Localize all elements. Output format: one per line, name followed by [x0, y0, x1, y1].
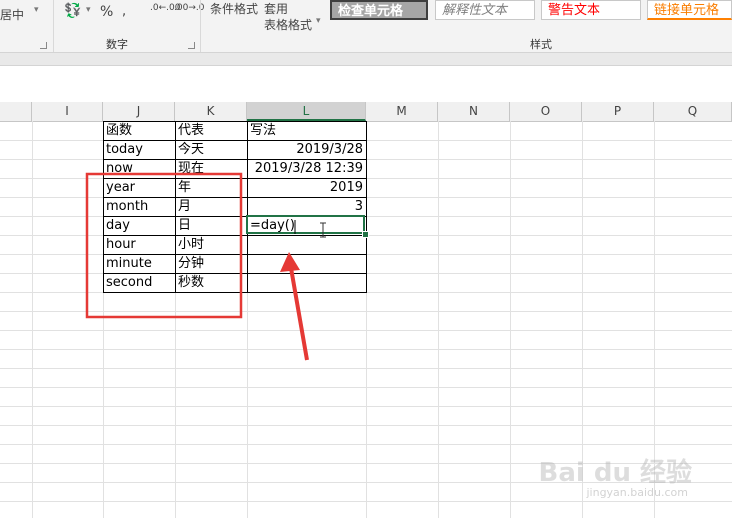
- annotation-overlay: [85, 172, 326, 361]
- red-arrow-head: [280, 252, 300, 272]
- red-arrow-shaft: [289, 267, 309, 361]
- watermark-url: jingyan.baidu.com: [586, 486, 688, 499]
- red-highlight-box: [85, 172, 243, 319]
- watermark-logo: Bai du 经验: [538, 458, 693, 488]
